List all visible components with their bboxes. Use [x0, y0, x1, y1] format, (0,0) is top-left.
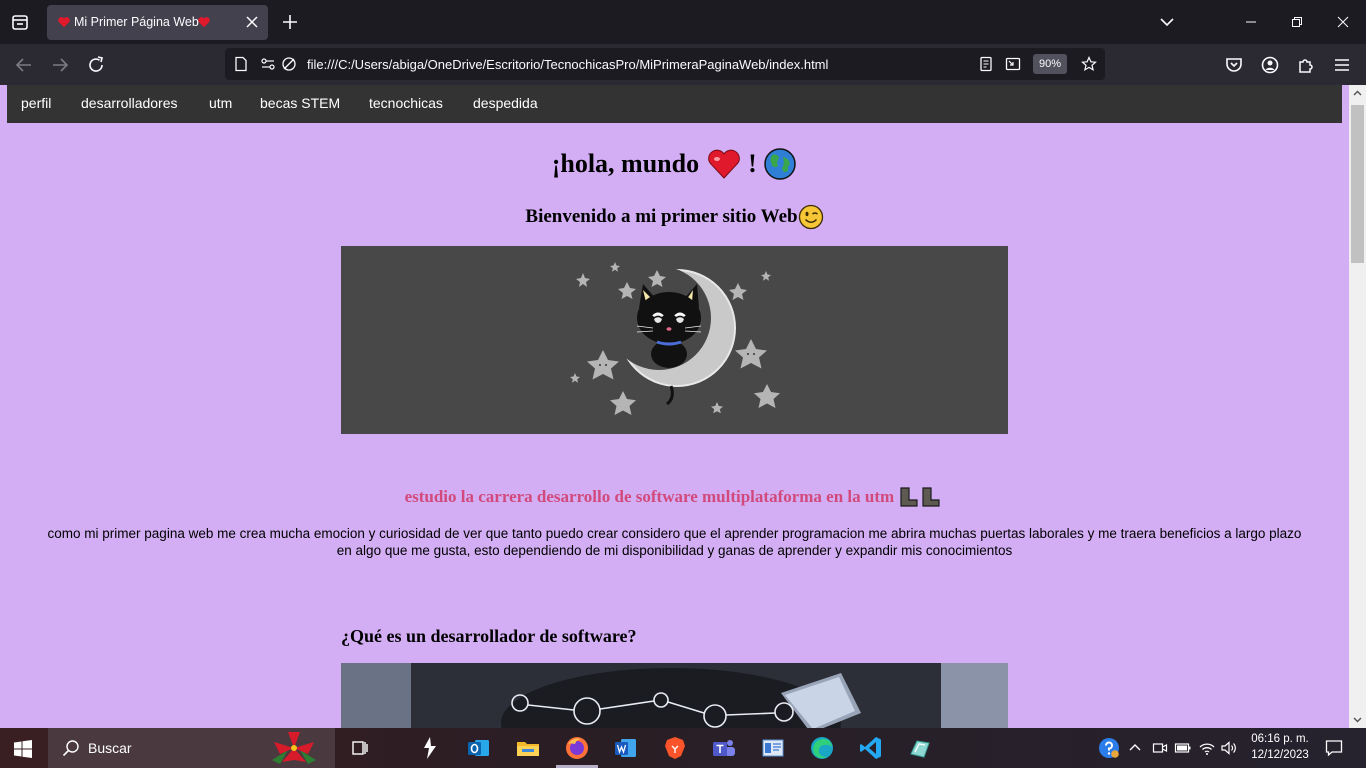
menu-link-despedida[interactable]: despedida [473, 95, 538, 111]
scroll-up-arrow-icon[interactable] [1353, 89, 1362, 98]
taskbar-search[interactable]: Buscar [48, 728, 335, 768]
picture-in-picture-icon[interactable] [1005, 56, 1021, 72]
welcome-heading: Bienvenido a mi primer sitio Web [0, 204, 1349, 230]
file-explorer-icon[interactable] [514, 734, 542, 762]
chevron-down-icon[interactable] [1156, 11, 1178, 33]
brave-icon[interactable] [661, 734, 689, 762]
task-view-icon[interactable] [346, 734, 374, 762]
url-bar[interactable]: file:///C:/Users/abiga/OneDrive/Escritor… [225, 48, 1105, 80]
windows-start-icon[interactable] [14, 740, 32, 758]
restore-button[interactable] [1274, 0, 1320, 44]
hamburger-menu-icon[interactable] [1330, 53, 1354, 77]
outlook-icon[interactable] [465, 734, 493, 762]
word-icon[interactable] [612, 734, 640, 762]
menu-link-becas-stem[interactable]: becas STEM [260, 95, 340, 111]
inkscape-icon[interactable] [416, 734, 444, 762]
search-placeholder: Buscar [88, 740, 132, 756]
welcome-text: Bienvenido a mi primer sitio Web [525, 206, 798, 227]
account-icon[interactable] [1258, 53, 1282, 77]
minimize-button[interactable] [1228, 0, 1274, 44]
career-heading: estudio la carrera desarrollo de softwar… [0, 486, 1349, 508]
forward-arrow-icon[interactable] [48, 53, 72, 77]
taskbar-clock[interactable]: 06:16 p. m. 12/12/2023 [1245, 731, 1315, 763]
tracking-protection-icon[interactable] [281, 56, 297, 72]
scroll-down-arrow-icon[interactable] [1353, 715, 1362, 724]
control-panel-icon[interactable] [759, 734, 787, 762]
edge-icon[interactable] [808, 734, 836, 762]
browser-tab[interactable]: Mi Primer Página Web [47, 5, 268, 40]
wink-face-icon [798, 204, 823, 230]
back-arrow-icon[interactable] [12, 53, 36, 77]
career-text: estudio la carrera desarrollo de softwar… [404, 487, 895, 507]
chevron-up-icon[interactable] [1126, 739, 1144, 757]
heading-exclaim: ! [748, 149, 757, 179]
close-tab-icon[interactable] [243, 13, 261, 31]
menu-link-perfil[interactable]: perfil [21, 95, 51, 111]
section-heading: ¿Qué es un desarrollador de software? [341, 626, 637, 646]
menu-link-desarrolladores[interactable]: desarrolladores [81, 95, 178, 111]
tab-title: Mi Primer Página Web [74, 15, 199, 29]
heading-text: ¡hola, mundo [551, 149, 700, 179]
reader-view-icon[interactable] [978, 56, 994, 72]
extensions-icon[interactable] [1294, 53, 1318, 77]
menu-link-utm[interactable]: utm [209, 95, 232, 111]
help-icon[interactable] [1098, 737, 1120, 759]
windows-taskbar: Buscar 06:16 p. m. 12/12/2023 [0, 728, 1366, 768]
bookmark-star-icon[interactable] [1081, 56, 1097, 72]
chocokat-moon-banner [341, 246, 1008, 434]
page-heading: ¡hola, mundo ! [0, 147, 1349, 181]
meet-now-icon[interactable] [1151, 739, 1169, 757]
intro-paragraph: como mi primer pagina web me crea mucha … [47, 526, 1302, 558]
paint-icon[interactable] [906, 734, 934, 762]
firefox-icon[interactable] [563, 734, 591, 762]
heart-icon [58, 17, 70, 28]
heart-icon [198, 17, 210, 28]
permissions-icon[interactable] [260, 56, 276, 72]
poinsettia-icon [272, 732, 316, 764]
vscode-icon[interactable] [857, 734, 885, 762]
site-menu: perfil desarrolladores utm becas STEM te… [7, 85, 1342, 123]
volume-icon[interactable] [1220, 739, 1238, 757]
teams-icon[interactable] [710, 734, 738, 762]
scroll-thumb[interactable] [1351, 105, 1364, 263]
wifi-icon[interactable] [1198, 739, 1216, 757]
heart-icon [707, 149, 740, 179]
search-icon [62, 740, 79, 757]
boots-icon [900, 487, 941, 507]
clock-date: 12/12/2023 [1251, 749, 1309, 761]
page-icon [235, 56, 247, 72]
zoom-level-badge[interactable]: 90% [1033, 54, 1067, 74]
reload-icon[interactable] [84, 53, 108, 77]
pocket-icon[interactable] [1222, 53, 1246, 77]
url-text[interactable]: file:///C:/Users/abiga/OneDrive/Escritor… [307, 57, 828, 72]
clock-time: 06:16 p. m. [1251, 733, 1309, 745]
developer-photo [341, 663, 1008, 728]
close-window-button[interactable] [1320, 0, 1366, 44]
notifications-icon[interactable] [1324, 738, 1344, 758]
battery-icon[interactable] [1174, 739, 1192, 757]
list-all-tabs-icon[interactable] [8, 10, 32, 34]
browser-tab-strip: Mi Primer Página Web [0, 0, 1366, 44]
menu-link-tecnochicas[interactable]: tecnochicas [369, 95, 443, 111]
new-tab-icon[interactable] [279, 11, 301, 33]
page-scrollbar[interactable] [1349, 85, 1366, 728]
page-viewport: perfil desarrolladores utm becas STEM te… [0, 85, 1349, 728]
globe-icon [764, 148, 797, 180]
